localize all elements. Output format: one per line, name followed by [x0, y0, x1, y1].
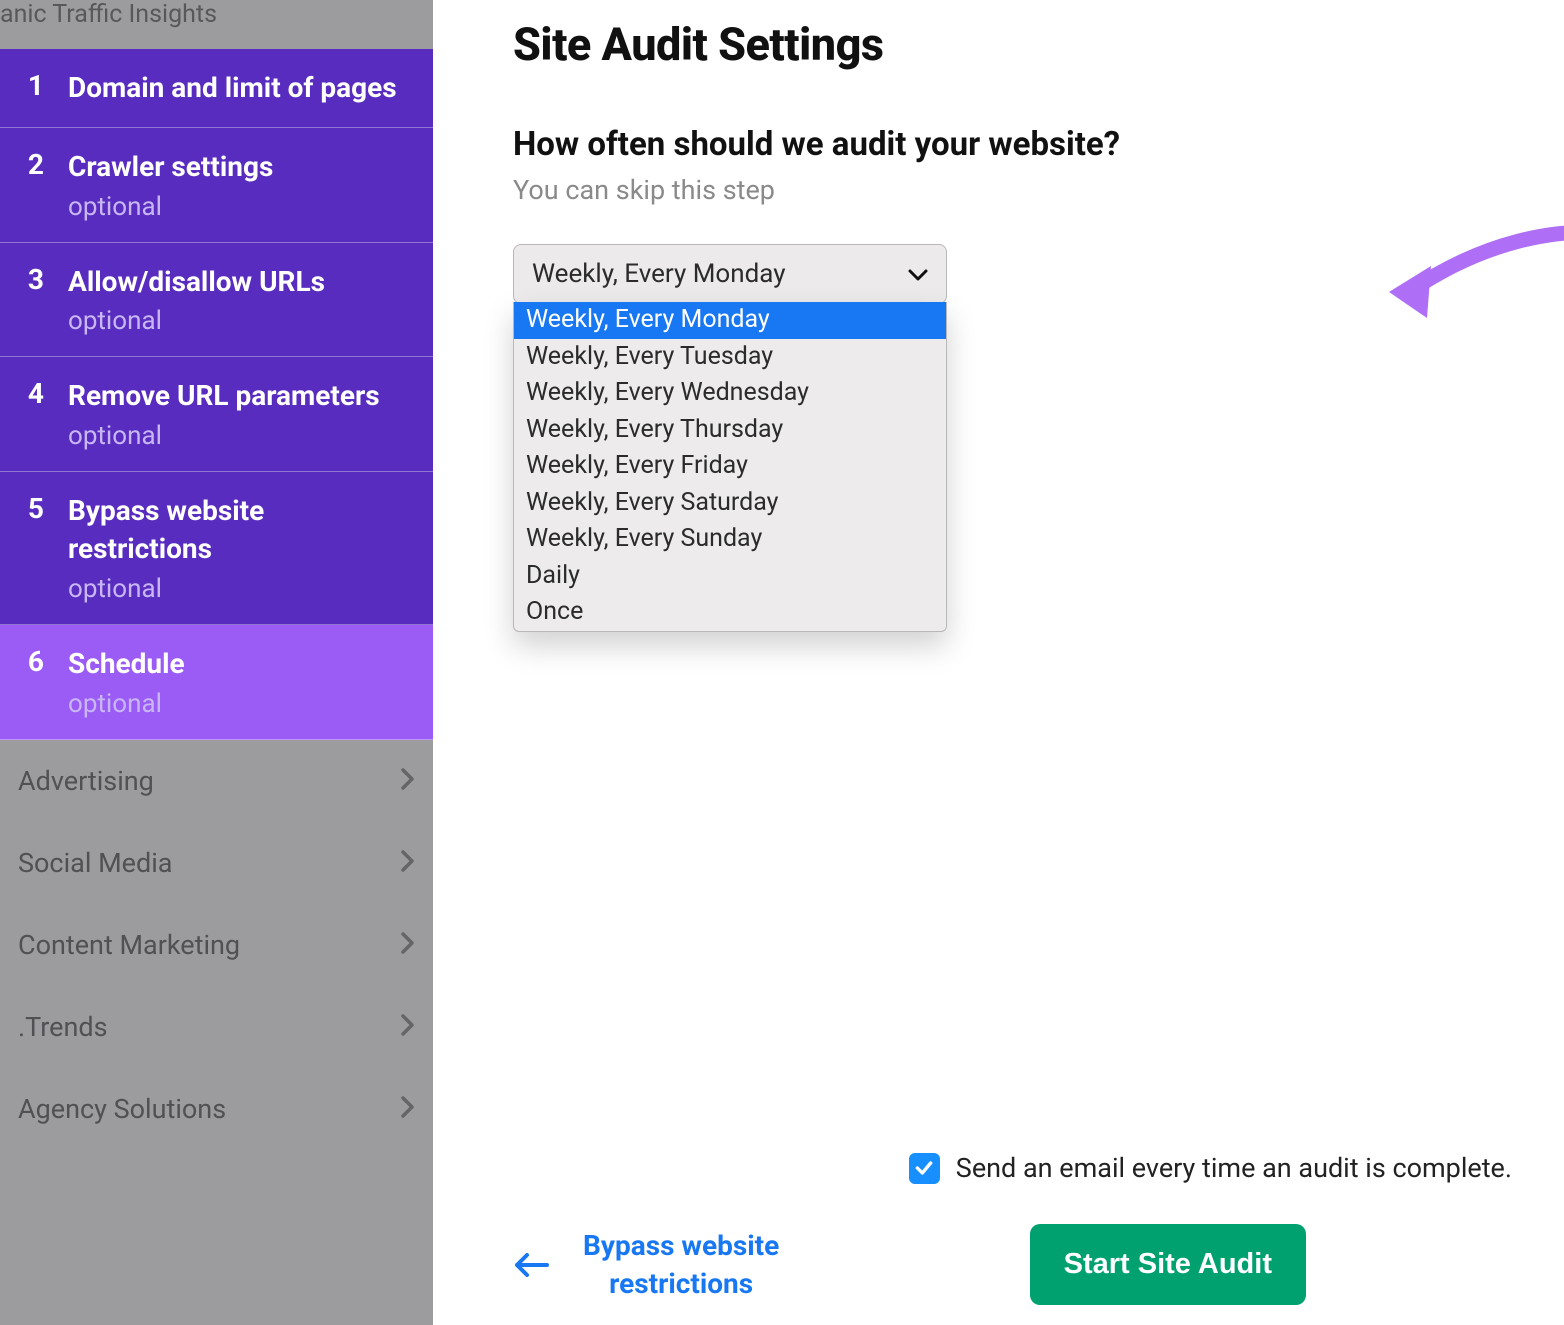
- back-link-label: Bypass websiterestrictions: [583, 1227, 779, 1303]
- main-content: Site Audit Settings How often should we …: [433, 0, 1564, 1325]
- sidebar-category-label: Social Media: [18, 847, 172, 879]
- sidebar-category-agency[interactable]: Agency Solutions: [0, 1068, 433, 1150]
- wizard-step-title: Crawler settings: [68, 148, 273, 186]
- schedule-option[interactable]: Weekly, Every Thursday: [514, 412, 946, 449]
- sidebar-category-label: Content Marketing: [18, 929, 240, 961]
- start-site-audit-button[interactable]: Start Site Audit: [1030, 1224, 1306, 1305]
- wizard-steps: 1 Domain and limit of pages 2 Crawler se…: [0, 49, 433, 740]
- schedule-option[interactable]: Once: [514, 594, 946, 631]
- chevron-down-icon: [908, 259, 928, 289]
- wizard-step-title: Domain and limit of pages: [68, 69, 397, 107]
- arrow-left-icon: [513, 1253, 549, 1277]
- email-notify-label: Send an email every time an audit is com…: [956, 1152, 1512, 1184]
- schedule-option[interactable]: Daily: [514, 558, 946, 595]
- schedule-option[interactable]: Weekly, Every Wednesday: [514, 375, 946, 412]
- wizard-step-title: Allow/disallow URLs: [68, 263, 325, 301]
- skip-hint: You can skip this step: [513, 174, 1516, 206]
- wizard-step-crawler[interactable]: 2 Crawler settings optional: [0, 128, 433, 243]
- schedule-option[interactable]: Weekly, Every Saturday: [514, 485, 946, 522]
- schedule-dropdown-selected: Weekly, Every Monday: [532, 259, 786, 289]
- check-icon: [914, 1158, 934, 1178]
- wizard-step-number: 2: [20, 148, 44, 222]
- wizard-step-url-params[interactable]: 4 Remove URL parameters optional: [0, 357, 433, 472]
- schedule-dropdown-list: Weekly, Every Monday Weekly, Every Tuesd…: [513, 302, 947, 632]
- sidebar-category-label: .Trends: [18, 1011, 108, 1043]
- email-notify-checkbox[interactable]: [909, 1153, 940, 1184]
- sidebar: anic Traffic Insights 1 Domain and limit…: [0, 0, 433, 1325]
- schedule-question: How often should we audit your website?: [513, 125, 1516, 164]
- chevron-right-icon: [401, 1093, 415, 1125]
- chevron-right-icon: [401, 765, 415, 797]
- footer: Send an email every time an audit is com…: [513, 1152, 1516, 1305]
- wizard-step-title: Remove URL parameters: [68, 377, 380, 415]
- schedule-option[interactable]: Weekly, Every Tuesday: [514, 339, 946, 376]
- wizard-step-urls[interactable]: 3 Allow/disallow URLs optional: [0, 243, 433, 358]
- wizard-step-optional: optional: [68, 192, 273, 222]
- chevron-right-icon: [401, 847, 415, 879]
- wizard-step-domain[interactable]: 1 Domain and limit of pages: [0, 49, 433, 128]
- chevron-right-icon: [401, 929, 415, 961]
- sidebar-category-label: Agency Solutions: [18, 1093, 226, 1125]
- wizard-step-optional: optional: [68, 421, 380, 451]
- wizard-step-number: 4: [20, 377, 44, 451]
- sidebar-category-label: Advertising: [18, 765, 154, 797]
- schedule-option[interactable]: Weekly, Every Friday: [514, 448, 946, 485]
- back-group[interactable]: Bypass websiterestrictions: [513, 1227, 779, 1303]
- bottom-actions: Bypass websiterestrictions Start Site Au…: [513, 1224, 1516, 1305]
- wizard-step-bypass[interactable]: 5 Bypass website restrictions optional: [0, 472, 433, 625]
- sidebar-category-content[interactable]: Content Marketing: [0, 904, 433, 986]
- sidebar-prev-item-label: anic Traffic Insights: [0, 0, 217, 29]
- sidebar-category-advertising[interactable]: Advertising: [0, 740, 433, 822]
- annotation-arrow-icon: [1379, 222, 1564, 332]
- page-title: Site Audit Settings: [513, 18, 1516, 71]
- wizard-step-number: 3: [20, 263, 44, 337]
- wizard-step-optional: optional: [68, 689, 185, 719]
- sidebar-category-social[interactable]: Social Media: [0, 822, 433, 904]
- sidebar-prev-item-partial: anic Traffic Insights: [0, 0, 433, 49]
- schedule-dropdown-button[interactable]: Weekly, Every Monday: [513, 244, 947, 304]
- wizard-step-schedule[interactable]: 6 Schedule optional: [0, 625, 433, 740]
- wizard-step-optional: optional: [68, 306, 325, 336]
- chevron-right-icon: [401, 1011, 415, 1043]
- wizard-step-number: 1: [20, 69, 44, 107]
- sidebar-category-trends[interactable]: .Trends: [0, 986, 433, 1068]
- schedule-option[interactable]: Weekly, Every Monday: [514, 302, 946, 339]
- wizard-step-title: Schedule: [68, 645, 185, 683]
- schedule-option[interactable]: Weekly, Every Sunday: [514, 521, 946, 558]
- email-notify-row: Send an email every time an audit is com…: [513, 1152, 1516, 1184]
- wizard-step-title: Bypass website restrictions: [68, 492, 413, 568]
- wizard-step-optional: optional: [68, 574, 413, 604]
- wizard-step-number: 5: [20, 492, 44, 604]
- wizard-step-number: 6: [20, 645, 44, 719]
- schedule-dropdown: Weekly, Every Monday Weekly, Every Monda…: [513, 244, 947, 304]
